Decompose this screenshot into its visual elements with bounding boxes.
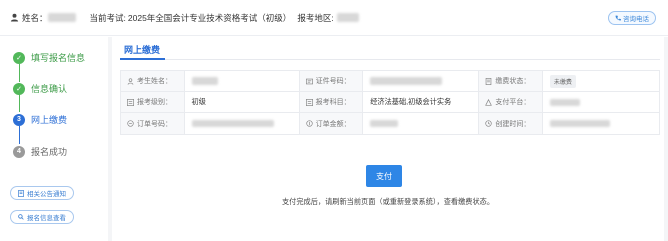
step-label: 报名成功 [31,147,68,157]
candidate-name-value [185,71,300,91]
steps-sidebar: ✓ 填写报名信息 ✓ 信息确认 3 网上缴费 4 报名成功 相关公告通知 报名信… [0,37,108,241]
field-label: 报考级别： [121,92,185,112]
receipt-icon [486,77,492,85]
level-icon [127,98,134,106]
check-icon: ✓ [13,51,25,64]
notice-label: 相关公告通知 [27,191,66,198]
order-amount-value [363,113,480,134]
clock-icon [485,120,492,127]
field-label: 支付平台： [479,92,543,112]
registration-query-button[interactable]: 报名信息查看 [10,210,74,224]
table-row: 报考级别： 初级 报考科目： 经济法基础,初级会计实务 支付平台： [121,92,659,113]
panel-title: 网上缴费 [124,45,161,55]
field-label: 报考科目： [299,92,364,112]
phone-icon [615,15,621,21]
status-badge: 未缴费 [549,74,576,88]
field-label: 订单号码： [121,113,185,134]
name-value-redacted [47,13,76,22]
user-icon [10,13,19,22]
user-icon [127,77,134,85]
payment-platform-icon [485,98,493,106]
amount-icon [306,120,313,127]
region-value-redacted [336,13,359,22]
field-label: 订单金额： [299,113,364,134]
order-number-value [185,113,300,134]
created-time-value [543,113,659,134]
divider [120,59,660,60]
step-number: 3 [13,113,25,126]
consult-phone-button[interactable]: 咨询电话 [608,11,656,25]
candidate-info: 姓名： 当前考试: 2025年全国会计专业技术资格考试（初级） 报考地区: [10,12,359,24]
step-confirm-info[interactable]: ✓ 信息确认 [13,82,67,95]
subject-icon [305,98,313,106]
step-label: 网上缴费 [31,115,68,125]
search-icon [18,214,24,220]
payment-platform-value [543,92,659,112]
query-label: 报名信息查看 [27,215,66,222]
field-label: 考生姓名： [121,71,185,91]
step-connector [18,126,20,144]
check-icon: ✓ [13,82,25,95]
order-icon [127,120,134,127]
field-label: 缴费状态： [479,71,543,91]
top-bar: 姓名： 当前考试: 2025年全国会计专业技术资格考试（初级） 报考地区: 咨询… [0,0,668,36]
region-label: 报考地区: [297,12,334,23]
payment-note: 支付完成后，请刷新当前页面（或重新登录系统），查看缴费状态。 [281,197,495,206]
step-connector [18,64,20,82]
step-connector [18,94,20,112]
exam-name: 2025年全国会计专业技术资格考试（初级） [127,12,292,23]
payment-panel: 网上缴费 考生姓名： 证件号码： 缴费状态： 未缴费 报考级别： 初级 报考科目… [112,37,664,241]
title-underline [120,58,165,60]
table-row: 考生姓名： 证件号码： 缴费状态： 未缴费 [121,71,659,92]
document-icon [18,189,24,197]
step-label: 信息确认 [31,84,68,94]
field-label: 创建时间： [479,113,543,134]
name-label: 姓名： [22,12,48,23]
exam-label: 当前考试: [89,12,126,23]
exam-level-value: 初级 [185,92,300,112]
exam-subject-value: 经济法基础,初级会计实务 [363,92,480,112]
step-registration-success: 4 报名成功 [13,145,67,158]
notice-button[interactable]: 相关公告通知 [10,186,74,200]
field-label: 证件号码： [299,71,364,91]
payment-info-table: 考生姓名： 证件号码： 缴费状态： 未缴费 报考级别： 初级 报考科目： 经济法… [120,70,660,135]
pay-button[interactable]: 支付 [366,165,402,187]
step-fill-info[interactable]: ✓ 填写报名信息 [13,51,85,64]
table-row: 订单号码： 订单金额： 创建时间： [121,113,659,134]
step-label: 填写报名信息 [31,53,86,63]
step-number: 4 [13,145,25,158]
id-card-icon [305,78,313,84]
id-number-value [363,71,480,91]
step-online-payment[interactable]: 3 网上缴费 [13,113,67,126]
payment-status-value: 未缴费 [543,71,659,91]
consult-label: 咨询电话 [623,16,649,23]
